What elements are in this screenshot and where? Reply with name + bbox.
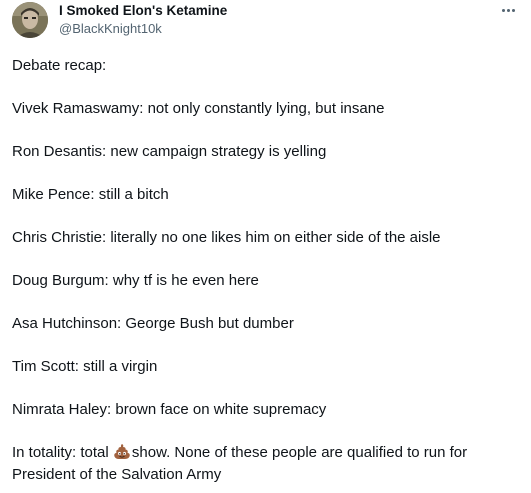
more-options-button[interactable] bbox=[497, 1, 519, 19]
tweet-line: Vivek Ramaswamy: not only constantly lyi… bbox=[12, 100, 385, 117]
tweet-line: Doug Burgum: why tf is he even here bbox=[12, 272, 259, 289]
tweet-line: Ron Desantis: new campaign strategy is y… bbox=[12, 143, 327, 160]
tweet-line: Debate recap: bbox=[12, 57, 107, 74]
tweet: I Smoked Elon's Ketamine @BlackKnight10k… bbox=[0, 0, 531, 493]
tweet-final-line: In totality: total show. None of these p… bbox=[12, 442, 517, 485]
pile-of-poo-emoji bbox=[114, 444, 130, 459]
final-prefix: In totality: total bbox=[12, 444, 113, 461]
more-dot bbox=[506, 8, 510, 12]
tweet-line: Nimrata Haley: brown face on white supre… bbox=[12, 401, 327, 418]
author-block: I Smoked Elon's Ketamine @BlackKnight10k bbox=[59, 3, 227, 37]
avatar-image bbox=[12, 2, 48, 38]
tweet-text: Debate recap: Vivek Ramaswamy: not only … bbox=[12, 55, 517, 485]
tweet-line: Asa Hutchinson: George Bush but dumber bbox=[12, 315, 294, 332]
tweet-line: Tim Scott: still a virgin bbox=[12, 358, 158, 375]
tweet-line: Mike Pence: still a bitch bbox=[12, 186, 169, 203]
author-handle[interactable]: @BlackKnight10k bbox=[59, 21, 227, 37]
avatar[interactable] bbox=[12, 2, 48, 38]
author-display-name[interactable]: I Smoked Elon's Ketamine bbox=[59, 3, 227, 19]
more-horizontal-icon bbox=[501, 8, 505, 12]
more-dot bbox=[511, 8, 515, 12]
tweet-line: Chris Christie: literally no one likes h… bbox=[12, 229, 441, 246]
